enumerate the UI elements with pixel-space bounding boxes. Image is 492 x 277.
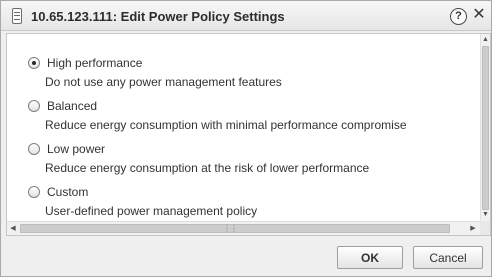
scroll-right-arrow-icon[interactable]: ▶ <box>468 223 478 235</box>
option-label: Balanced <box>47 99 98 113</box>
cancel-button[interactable]: Cancel <box>413 246 483 269</box>
vertical-scrollbar[interactable]: ▲ ▼ <box>480 34 490 221</box>
option-description: Reduce energy consumption with minimal p… <box>45 118 407 132</box>
horizontal-scrollbar[interactable]: ◀ ⋮⋮ ▶ <box>7 221 490 235</box>
radio-high-performance[interactable]: High performance <box>7 55 467 71</box>
option-description: User-defined power management policy <box>45 204 258 218</box>
radio-button[interactable] <box>28 100 40 112</box>
radio-custom[interactable]: Custom <box>7 184 467 200</box>
radio-button-checked[interactable] <box>28 57 40 69</box>
vertical-scroll-thumb[interactable] <box>482 46 489 210</box>
policy-options: High performance Do not use any power ma… <box>7 34 480 221</box>
dialog-title: 10.65.123.111: Edit Power Policy Setting… <box>31 9 285 24</box>
option-label: Custom <box>47 185 89 199</box>
radio-button[interactable] <box>28 186 40 198</box>
host-icon <box>12 8 22 24</box>
option-label: High performance <box>47 56 143 70</box>
grip-icon: ⋮⋮ <box>223 224 238 233</box>
option-label: Low power <box>47 142 106 156</box>
close-icon[interactable]: ✕ <box>471 6 487 24</box>
help-icon[interactable]: ? <box>450 8 467 25</box>
scroll-down-arrow-icon[interactable]: ▼ <box>481 210 490 220</box>
option-description: Reduce energy consumption at the risk of… <box>45 161 370 175</box>
ok-button[interactable]: OK <box>337 246 403 269</box>
radio-button[interactable] <box>28 143 40 155</box>
scroll-up-arrow-icon[interactable]: ▲ <box>481 35 490 45</box>
scrollbar-corner <box>480 221 490 235</box>
radio-balanced[interactable]: Balanced <box>7 98 467 114</box>
policy-panel: High performance Do not use any power ma… <box>6 33 491 236</box>
title-bar[interactable]: 10.65.123.111: Edit Power Policy Setting… <box>1 1 491 31</box>
edit-power-policy-dialog: 10.65.123.111: Edit Power Policy Setting… <box>0 0 492 277</box>
scroll-left-arrow-icon[interactable]: ◀ <box>8 223 18 235</box>
horizontal-scroll-thumb[interactable]: ⋮⋮ <box>20 224 450 233</box>
radio-low-power[interactable]: Low power <box>7 141 467 157</box>
option-description: Do not use any power management features <box>45 75 282 89</box>
